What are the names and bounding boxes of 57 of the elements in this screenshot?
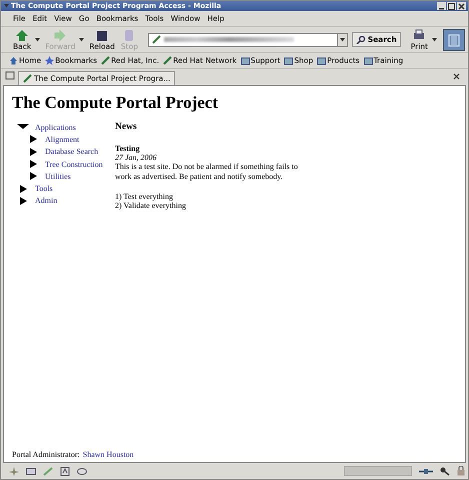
home-icon: [9, 56, 18, 65]
pen-icon: [101, 56, 110, 65]
navigator-icon[interactable]: [9, 466, 19, 476]
nav-link[interactable]: Tree Construction: [45, 160, 103, 169]
star-icon: [45, 56, 54, 65]
list-item: 1) Test everything: [115, 192, 174, 201]
nav-link[interactable]: Utilities: [45, 172, 71, 181]
window-menu-icon[interactable]: [4, 4, 8, 8]
dropdown-arrow-icon: [35, 38, 40, 42]
news-title: Testing: [115, 144, 141, 153]
back-arrow-icon: [15, 28, 30, 42]
expand-arrow-icon[interactable]: [17, 196, 29, 205]
dropdown-arrow-icon: [340, 38, 345, 42]
list-item: 2) Validate everything: [115, 201, 187, 210]
folder-icon: [284, 56, 294, 65]
news-text: This is a test site. Do not be alarmed if something fails to work as advertised. Be patient and notify somebody.: [115, 162, 299, 182]
folder-icon: [240, 56, 250, 65]
dropdown-arrow-icon: [79, 38, 84, 42]
dropdown-arrow-icon[interactable]: [432, 38, 437, 42]
printer-icon: [412, 28, 426, 42]
close-tab-icon[interactable]: [453, 72, 460, 82]
expand-arrow-icon[interactable]: [27, 160, 39, 168]
nav-link[interactable]: Database Search: [45, 147, 98, 156]
footer-label: Portal Administrator:: [12, 450, 80, 459]
forward-arrow-icon: [53, 28, 68, 42]
mail-icon[interactable]: [26, 466, 36, 476]
nav-link[interactable]: Alignment: [45, 134, 80, 144]
online-icon[interactable]: [419, 466, 433, 476]
key-icon: [440, 466, 450, 476]
lock-icon: [457, 466, 465, 476]
search-icon: [356, 36, 366, 44]
news-date: 27 Jan, 2006: [115, 153, 158, 162]
page-icon: [152, 35, 161, 44]
minimize-button[interactable]: [437, 2, 446, 10]
page-heading: The Compute Portal Project: [12, 93, 219, 113]
expand-arrow-icon[interactable]: [17, 184, 29, 193]
nav-link[interactable]: Admin: [35, 196, 58, 206]
section-title: News: [115, 122, 138, 132]
maximize-button[interactable]: [447, 2, 456, 10]
nav-link[interactable]: Applications: [35, 122, 76, 132]
expand-arrow-icon[interactable]: [27, 172, 39, 180]
nav-link[interactable]: Tools: [35, 184, 53, 194]
expand-arrow-icon[interactable]: [27, 135, 39, 144]
collapse-arrow-icon[interactable]: [17, 124, 29, 130]
close-button[interactable]: [457, 2, 466, 10]
address-book-icon[interactable]: [60, 466, 70, 476]
pen-icon: [23, 74, 32, 83]
pen-icon: [163, 56, 172, 65]
expand-arrow-icon[interactable]: [27, 148, 39, 156]
status-panel: [344, 466, 412, 476]
folder-icon: [364, 56, 373, 65]
url-field[interactable]: [148, 32, 348, 46]
chat-icon[interactable]: [77, 466, 87, 476]
throbber-icon: [443, 28, 465, 50]
folder-icon: [317, 56, 326, 65]
dropdown-button[interactable]: [336, 34, 347, 46]
contact-link[interactable]: Shawn Houston: [82, 450, 134, 459]
